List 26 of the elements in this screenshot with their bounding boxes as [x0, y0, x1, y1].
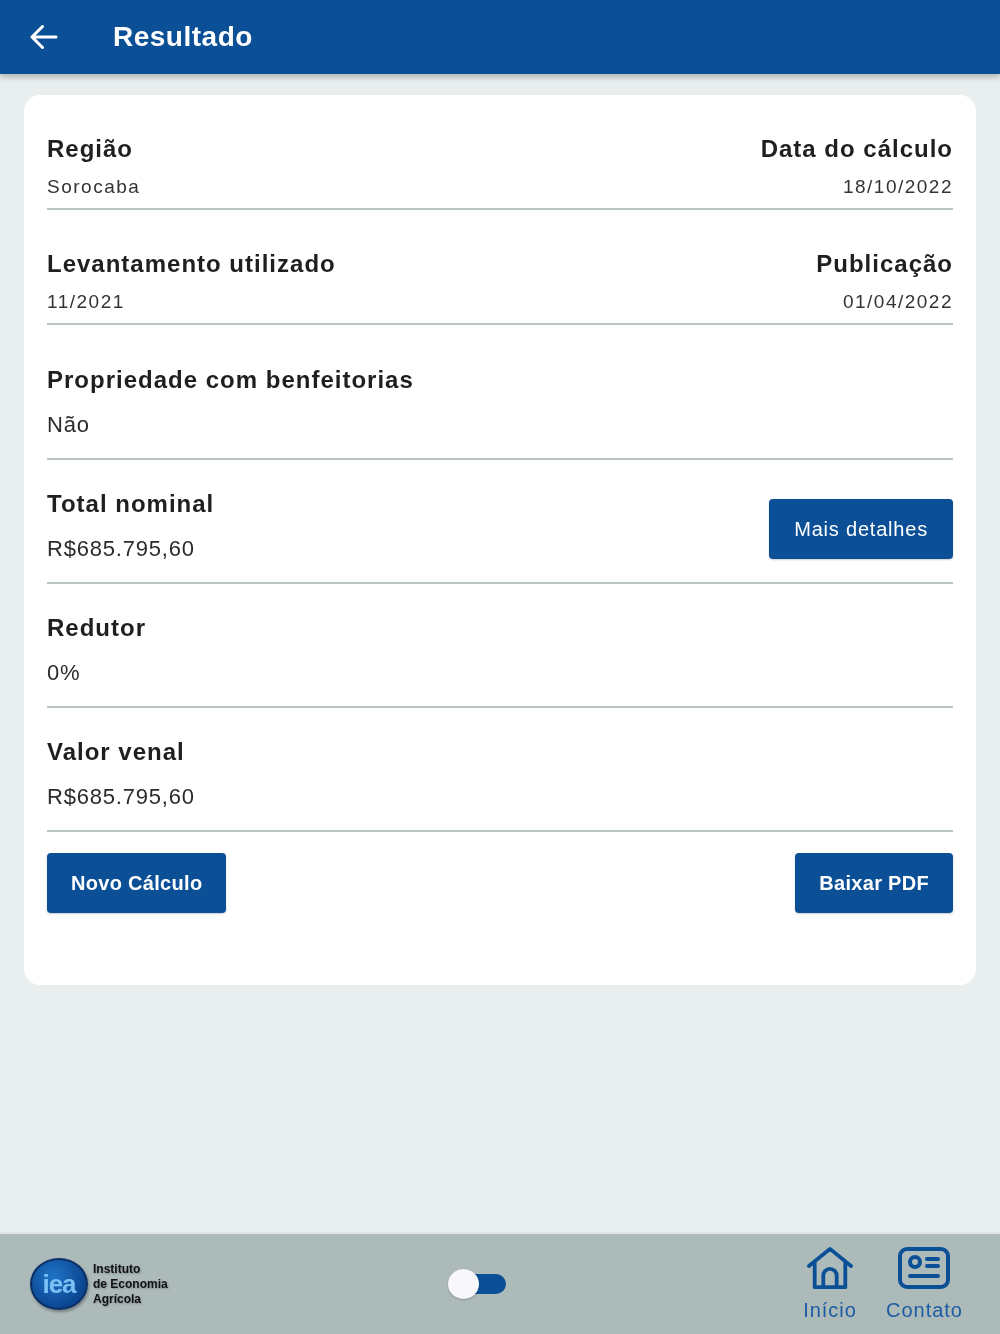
field-label: Valor venal: [47, 737, 185, 767]
field-value: R$685.795,60: [47, 783, 195, 811]
field-value: 11/2021: [47, 290, 125, 314]
field-label: Região: [47, 134, 133, 164]
field-value: 01/04/2022: [842, 290, 953, 314]
field-value: 0%: [47, 659, 81, 687]
back-arrow-icon: [30, 25, 58, 49]
field-label: Propriedade com benfeitorias: [47, 365, 414, 395]
field-label: Redutor: [47, 613, 146, 643]
field-label: Total nominal: [47, 489, 215, 519]
download-pdf-button[interactable]: Baixar PDF: [795, 853, 953, 913]
page-title: Resultado: [113, 21, 253, 53]
details-button[interactable]: Mais detalhes: [769, 499, 953, 559]
field-value: Sorocaba: [47, 175, 141, 199]
field-value: Não: [47, 411, 90, 439]
field-label: Data do cálculo: [760, 134, 953, 164]
new-calculation-button[interactable]: Novo Cálculo: [47, 853, 227, 913]
logo-badge: iea: [30, 1258, 88, 1310]
toggle-switch[interactable]: [448, 1269, 506, 1299]
back-button[interactable]: [30, 25, 58, 49]
field-label: Levantamento utilizado: [47, 249, 336, 279]
logo-name: Instituto de Economia Agrícola: [93, 1261, 168, 1307]
field-value: R$685.795,60: [47, 535, 195, 563]
field-value: 18/10/2022: [842, 175, 953, 199]
field-label: Publicação: [816, 249, 953, 279]
contact-card-icon: [898, 1246, 951, 1290]
